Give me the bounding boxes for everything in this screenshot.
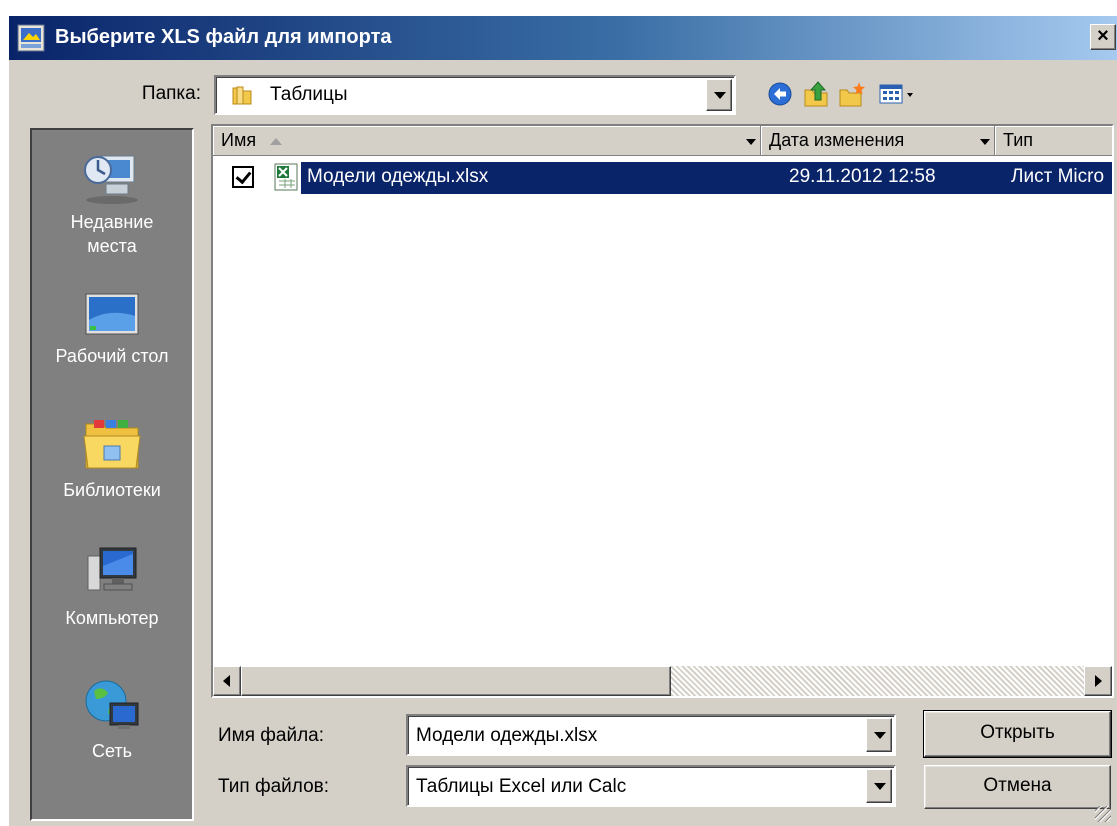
excel-file-icon [274, 163, 298, 191]
folder-label: Папка: [141, 83, 201, 104]
place-recent-label: Недавние [70, 212, 154, 232]
new-folder-icon[interactable] [837, 78, 867, 110]
filetype-label: Тип файлов: [218, 776, 330, 797]
file-name: Модели одежды.xlsx [307, 166, 489, 187]
file-checkbox[interactable] [232, 166, 254, 188]
open-button[interactable]: Открыть [923, 710, 1112, 758]
place-desktop[interactable]: Рабочий стол [32, 290, 192, 368]
scroll-left-button[interactable] [213, 666, 241, 696]
column-header-date[interactable]: Дата изменения [761, 126, 995, 156]
column-date-filter-button[interactable] [976, 129, 994, 153]
file-row[interactable]: Модели одежды.xlsx 29.11.2012 12:58 Лист… [223, 162, 1112, 194]
folder-value: Таблицы [270, 84, 348, 105]
computer-icon [87, 547, 137, 591]
filename-dropdown-button[interactable] [866, 718, 892, 752]
close-button[interactable]: × [1090, 24, 1116, 50]
place-network-label: Сеть [91, 741, 133, 761]
places-bar: Недавние места Рабочий стол Библиотеки К… [30, 128, 194, 821]
back-icon[interactable] [765, 78, 795, 110]
column-header-name[interactable]: Имя [213, 126, 761, 156]
folder-select[interactable]: Таблицы [214, 75, 736, 115]
app-icon [17, 24, 45, 52]
cancel-button[interactable]: Отмена [924, 765, 1111, 809]
place-desktop-label: Рабочий стол [55, 346, 169, 366]
network-icon [85, 680, 139, 729]
folder-icon [232, 86, 252, 105]
file-open-dialog: Выберите XLS файл для импорта × Папка: Т… [8, 15, 1117, 826]
place-libraries-label: Библиотеки [63, 480, 161, 500]
desktop-icon [85, 293, 139, 335]
filetype-select[interactable]: Таблицы Excel или Calc [406, 765, 896, 807]
list-header: Имя Дата изменения Тип [213, 126, 1112, 156]
column-type-label: Тип [1003, 130, 1034, 150]
recent-places-icon [84, 155, 138, 204]
file-date: 29.11.2012 12:58 [789, 166, 936, 187]
column-name-filter-button[interactable] [742, 129, 760, 153]
folder-dropdown-button[interactable] [706, 79, 732, 111]
column-name-label: Имя [221, 130, 257, 150]
place-recent-label-2: места [87, 236, 137, 256]
file-list[interactable]: Имя Дата изменения Тип Модели одежды.xls… [211, 124, 1114, 698]
up-folder-icon[interactable] [801, 78, 831, 110]
horizontal-scrollbar[interactable] [213, 666, 1112, 696]
column-header-type[interactable]: Тип [995, 126, 1112, 156]
view-menu-icon[interactable] [877, 78, 917, 110]
libraries-icon [83, 420, 141, 469]
filetype-dropdown-button[interactable] [866, 769, 892, 803]
filename-value: Модели одежды.xlsx [416, 725, 598, 746]
filetype-value: Таблицы Excel или Calc [416, 776, 627, 797]
file-type: Лист Micro [1011, 166, 1105, 187]
dialog-title: Выберите XLS файл для импорта [55, 26, 392, 48]
filename-input[interactable]: Модели одежды.xlsx [406, 714, 896, 756]
place-libraries[interactable]: Библиотеки [32, 414, 192, 502]
filename-label: Имя файла: [218, 725, 325, 746]
place-computer[interactable]: Компьютер [32, 542, 192, 630]
resize-grip[interactable] [1095, 806, 1111, 822]
title-bar[interactable]: Выберите XLS файл для импорта × [9, 16, 1117, 60]
scroll-thumb[interactable] [241, 666, 671, 696]
scroll-right-button[interactable] [1084, 666, 1112, 696]
place-network[interactable]: Сеть [32, 675, 192, 763]
place-computer-label: Компьютер [65, 608, 159, 628]
place-recent[interactable]: Недавние места [32, 146, 192, 258]
column-date-label: Дата изменения [769, 130, 905, 150]
sort-ascending-icon [270, 137, 283, 145]
